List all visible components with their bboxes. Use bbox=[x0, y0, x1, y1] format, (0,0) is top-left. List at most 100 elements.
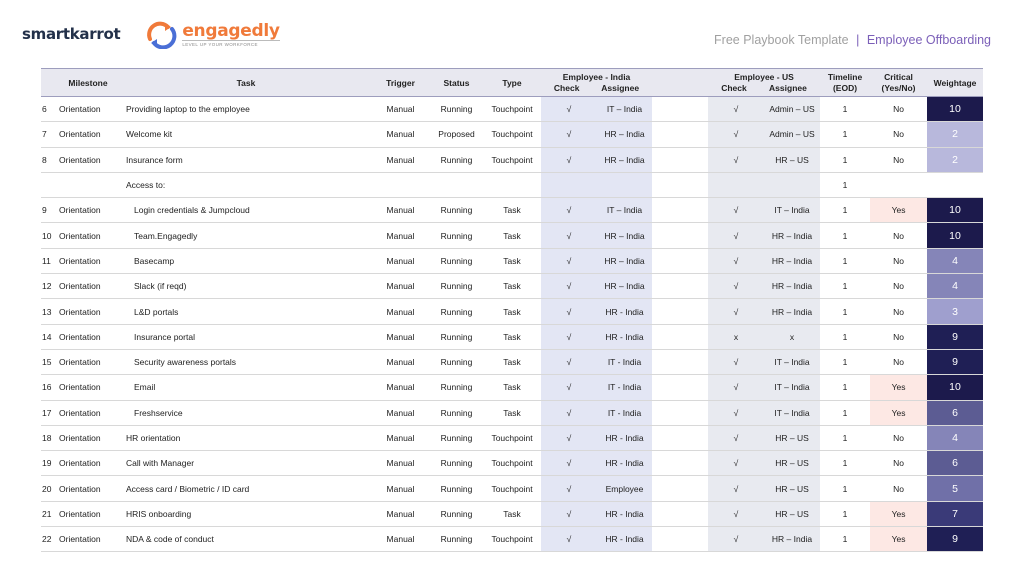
task-cell: L&D portals bbox=[121, 298, 371, 325]
weightage-cell: 6 bbox=[927, 450, 984, 477]
status-cell: Running bbox=[430, 425, 483, 452]
table-row[interactable]: 16 Orientation Email Manual Running Task √ IT -… bbox=[41, 374, 984, 401]
table-row[interactable]: 10 Orientation Team.Engagedly Manual Running… bbox=[41, 222, 984, 249]
india-assignee-cell: IT - India bbox=[597, 349, 653, 376]
milestone-cell: Orientation bbox=[55, 147, 121, 173]
type-cell: Touchpoint bbox=[483, 425, 541, 452]
gap-cell bbox=[652, 298, 709, 325]
india-check-cell: √ bbox=[541, 147, 597, 173]
table-body: 6 Orientation Providing laptop to the empl… bbox=[41, 96, 984, 553]
col-weightage-header: Weightage bbox=[927, 68, 984, 97]
critical-cell: No bbox=[870, 96, 928, 123]
row-number: 10 bbox=[41, 222, 55, 249]
critical-cell: No bbox=[870, 425, 928, 452]
table-row[interactable]: 12 Orientation Slack (if reqd) Manual Runnin… bbox=[41, 273, 984, 300]
table-row[interactable]: 11 Orientation Basecamp Manual Running Task √ H… bbox=[41, 248, 984, 275]
india-check-cell: √ bbox=[541, 374, 597, 401]
us-assignee-cell: HR – US bbox=[764, 450, 821, 477]
type-cell: Task bbox=[483, 501, 541, 528]
gap-cell bbox=[652, 121, 709, 148]
us-check-cell: √ bbox=[708, 349, 765, 376]
task-cell: Team.Engagedly bbox=[121, 222, 371, 249]
timeline-unit: (EOD) bbox=[832, 82, 858, 93]
table-row[interactable]: 14 Orientation Insurance portal Manual Runni… bbox=[41, 324, 984, 350]
timeline-cell: 1 bbox=[820, 425, 871, 452]
table-row[interactable]: 13 Orientation L&D portals Manual Running Tas… bbox=[41, 298, 984, 325]
type-cell: Touchpoint bbox=[483, 450, 541, 477]
india-assignee-cell: IT - India bbox=[597, 400, 653, 426]
weightage-cell: 10 bbox=[927, 96, 984, 123]
india-assignee-cell bbox=[597, 172, 653, 199]
trigger-cell: Manual bbox=[371, 475, 430, 502]
milestone-cell: Orientation bbox=[55, 273, 121, 300]
us-check-cell: √ bbox=[708, 475, 765, 502]
table-row[interactable]: 21 Orientation HRIS onboarding Manual Runnin… bbox=[41, 501, 984, 528]
status-cell: Running bbox=[430, 374, 483, 401]
table-row[interactable]: 20 Orientation Access card / Biometric / I… bbox=[41, 475, 984, 502]
weightage-cell bbox=[927, 172, 984, 199]
timeline-cell: 1 bbox=[820, 374, 871, 401]
trigger-cell: Manual bbox=[371, 450, 430, 477]
us-check-cell: √ bbox=[708, 248, 765, 275]
employee-india-group-label: Employee - India bbox=[562, 71, 631, 82]
gap-cell bbox=[652, 501, 709, 528]
weightage-cell: 9 bbox=[927, 349, 984, 376]
table-row[interactable]: 6 Orientation Providing laptop to the empl… bbox=[41, 96, 984, 123]
table-row[interactable]: 22 Orientation NDA & code of conduct Manual… bbox=[41, 526, 984, 553]
gap-cell bbox=[652, 96, 709, 123]
timeline-cell: 1 bbox=[820, 400, 871, 426]
us-assignee-cell: HR – India bbox=[764, 526, 821, 553]
weightage-cell: 7 bbox=[927, 501, 984, 528]
india-assignee-cell: HR – India bbox=[597, 222, 653, 249]
table-row[interactable]: 9 Orientation Login credentials & Jumpclou… bbox=[41, 197, 984, 224]
weightage-cell: 4 bbox=[927, 425, 984, 452]
gap-cell bbox=[652, 349, 709, 376]
task-cell: Email bbox=[121, 374, 371, 401]
table-row[interactable]: 19 Orientation Call with Manager Manual Runn… bbox=[41, 450, 984, 477]
type-cell: Touchpoint bbox=[483, 475, 541, 502]
table-row[interactable]: 7 Orientation Welcome kit Manual Proposed Tou… bbox=[41, 121, 984, 148]
task-cell: NDA & code of conduct bbox=[121, 526, 371, 553]
type-cell: Task bbox=[483, 324, 541, 350]
row-number: 11 bbox=[41, 248, 55, 275]
gap-cell bbox=[652, 197, 709, 224]
task-cell: Access to: bbox=[121, 172, 371, 199]
timeline-cell: 1 bbox=[820, 197, 871, 224]
task-cell: Access card / Biometric / ID card bbox=[121, 475, 371, 502]
us-assignee-cell: IT – India bbox=[764, 197, 821, 224]
table-row[interactable]: Access to: 1 bbox=[41, 172, 984, 199]
critical-cell: Yes bbox=[870, 197, 928, 224]
india-check-label: Check bbox=[553, 82, 580, 93]
weightage-cell: 10 bbox=[927, 197, 984, 224]
table-row[interactable]: 8 Orientation Insurance form Manual Running T… bbox=[41, 147, 984, 173]
timeline-cell: 1 bbox=[820, 526, 871, 553]
engagedly-logo: engagedly LEVEL UP YOUR WORKFORCE bbox=[144, 19, 280, 49]
india-check-cell: √ bbox=[541, 96, 597, 123]
table-row[interactable]: 18 Orientation HR orientation Manual Running… bbox=[41, 425, 984, 452]
weightage-cell: 6 bbox=[927, 400, 984, 426]
critical-cell: No bbox=[870, 450, 928, 477]
india-assignee-cell: HR - India bbox=[597, 526, 653, 553]
row-number: 12 bbox=[41, 273, 55, 300]
india-assignee-cell: HR - India bbox=[597, 450, 653, 477]
status-cell: Running bbox=[430, 248, 483, 275]
us-assignee-cell: Admin – US bbox=[764, 121, 821, 148]
india-assignee-cell: HR – India bbox=[597, 273, 653, 300]
col-trigger-header: Trigger bbox=[371, 68, 430, 97]
playbook-table: Milestone Task Trigger Status Type Emplo… bbox=[41, 68, 984, 553]
timeline-label: Timeline bbox=[827, 71, 863, 82]
india-assignee-cell: IT - India bbox=[597, 374, 653, 401]
col-num-header bbox=[41, 68, 55, 97]
gap-cell bbox=[652, 222, 709, 249]
critical-cell: No bbox=[870, 222, 928, 249]
india-check-cell: √ bbox=[541, 248, 597, 275]
table-row[interactable]: 15 Orientation Security awareness portals M… bbox=[41, 349, 984, 376]
table-row[interactable]: 17 Orientation Freshservice Manual Running Ta… bbox=[41, 400, 984, 426]
milestone-cell: Orientation bbox=[55, 374, 121, 401]
gap-cell bbox=[652, 425, 709, 452]
row-number: 20 bbox=[41, 475, 55, 502]
type-cell: Task bbox=[483, 248, 541, 275]
status-cell: Running bbox=[430, 147, 483, 173]
gap-cell bbox=[652, 450, 709, 477]
us-check-cell: √ bbox=[708, 425, 765, 452]
